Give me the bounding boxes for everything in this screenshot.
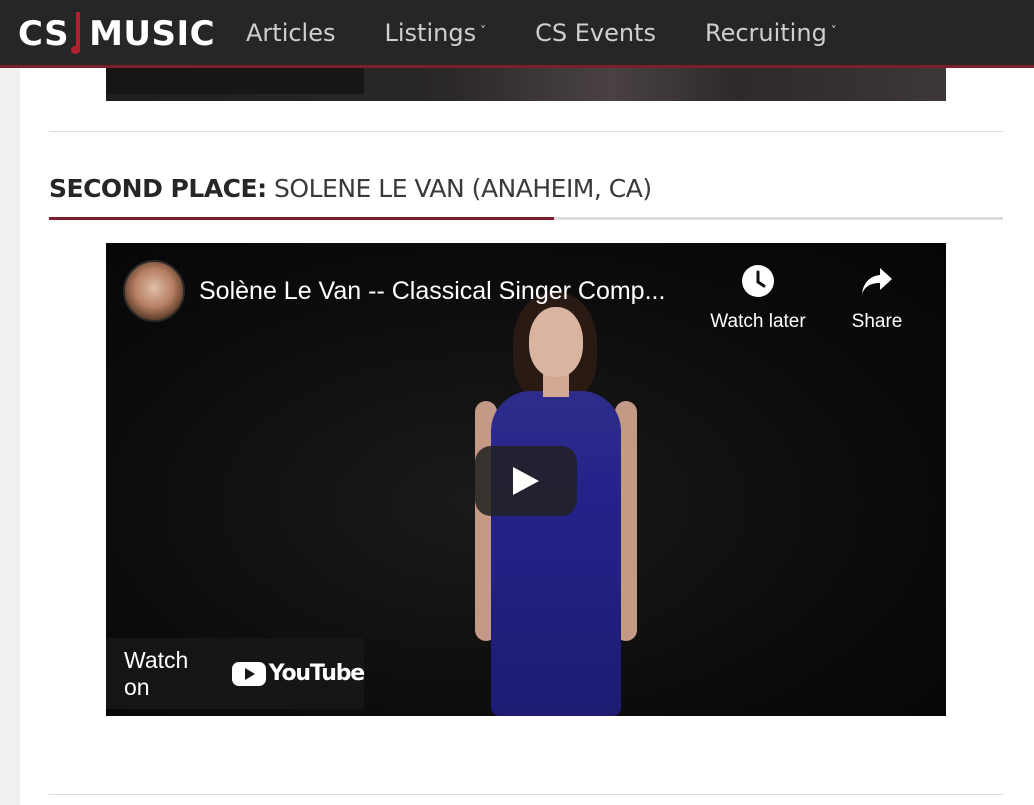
video-title[interactable]: Solène Le Van -- Classical Singer Comp..…	[199, 277, 699, 306]
nav-item-label: CS Events	[535, 18, 656, 47]
share-arrow-icon	[817, 263, 937, 299]
music-note-icon	[71, 12, 85, 56]
heading-name: SOLENE LE VAN (ANAHEIM, CA)	[274, 174, 652, 203]
chevron-down-icon: ˅	[830, 23, 837, 38]
nav-item-label: Articles	[246, 18, 336, 47]
nav-item-label: Recruiting	[704, 18, 827, 47]
play-icon	[513, 467, 539, 495]
share-label: Share	[851, 311, 903, 332]
heading-prefix: SECOND PLACE:	[49, 174, 267, 203]
nav-item-listings[interactable]: Listings ˅	[385, 19, 487, 47]
share-button[interactable]: Share	[817, 263, 937, 333]
section-heading: SECOND PLACE: SOLENE LE VAN (ANAHEIM, CA…	[49, 174, 652, 210]
nav-menu: Articles Listings ˅ CS Events Recruiting…	[246, 0, 886, 65]
youtube-video-embed[interactable]: Solène Le Van -- Classical Singer Comp..…	[106, 243, 946, 716]
nav-item-label: Listings	[384, 18, 477, 47]
watch-on-label: Watch on	[124, 646, 189, 700]
youtube-play-icon	[231, 661, 266, 686]
nav-item-recruiting[interactable]: Recruiting ˅	[705, 19, 837, 47]
clock-icon	[698, 263, 818, 299]
play-button[interactable]	[475, 446, 577, 516]
watch-later-button[interactable]: Watch later	[698, 263, 818, 333]
logo-music-text: MUSIC	[89, 14, 216, 54]
logo-cs-text: CS	[18, 14, 70, 54]
nav-item-articles[interactable]: Articles	[246, 19, 336, 47]
top-navbar: CS MUSIC Articles Listings ˅ CS Events R…	[0, 0, 1034, 68]
nav-item-cs-events[interactable]: CS Events	[535, 19, 656, 47]
channel-avatar[interactable]	[123, 260, 185, 322]
youtube-wordmark: YouTube	[268, 661, 365, 686]
section-divider	[49, 131, 1003, 132]
watch-later-label: Watch later	[710, 311, 806, 332]
site-logo[interactable]: CS MUSIC	[18, 12, 215, 56]
chevron-down-icon: ˅	[480, 23, 487, 38]
youtube-logo: YouTube	[231, 661, 365, 686]
watch-on-youtube-button[interactable]: Watch on YouTube	[106, 638, 365, 709]
heading-underline-accent	[49, 217, 554, 220]
section-divider-bottom	[49, 794, 1003, 795]
